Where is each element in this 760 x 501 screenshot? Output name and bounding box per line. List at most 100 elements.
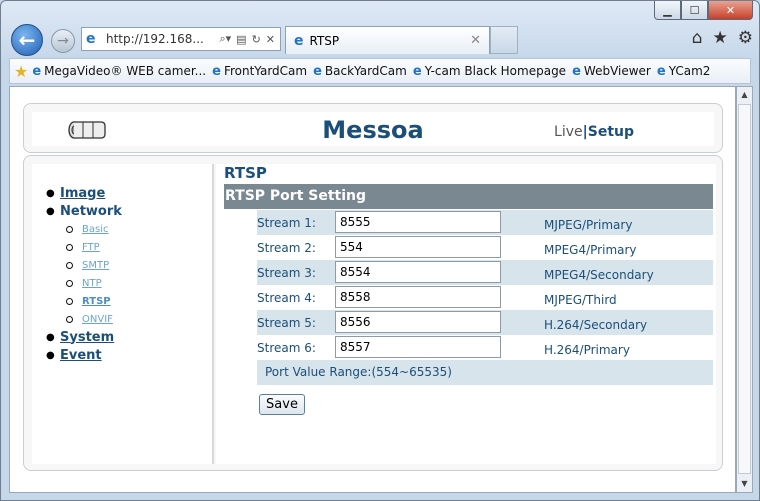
bullet: ● — [46, 349, 55, 361]
compat-icon[interactable]: ▤ — [236, 33, 246, 46]
sidebar-subitem-smtp[interactable]: SMTP — [40, 256, 122, 274]
subitem-label: Basic — [82, 223, 109, 235]
minimize-button[interactable]: ▁ — [654, 1, 681, 20]
header-panel: Messoa Live|Setup — [23, 103, 723, 153]
stream-format: H.264/Primary — [544, 343, 630, 357]
ie-page-icon: e — [86, 31, 96, 47]
sidebar-subitem-ftp[interactable]: FTP — [40, 238, 122, 256]
ie-tab-icon: e — [294, 32, 304, 49]
favorite-item[interactable]: e YCam2 — [657, 64, 711, 79]
address-bar[interactable]: e http://192.168... ⌕▾ ▤ ↻ ✕ — [81, 27, 281, 51]
favorite-label: Y-cam Black Homepage — [424, 64, 567, 78]
setup-link[interactable]: Setup — [588, 124, 634, 140]
port-range-note: Port Value Range:(554~65535) — [257, 360, 713, 385]
browser-window: ▁ ☐ ✕ ← → e http://192.168... ⌕▾ ▤ ↻ ✕ e… — [0, 0, 760, 501]
search-icon[interactable]: ⌕▾ — [219, 32, 231, 46]
sidebar-subitem-basic[interactable]: Basic — [40, 220, 122, 238]
subitem-label: FTP — [82, 241, 100, 253]
favorites-star-icon[interactable]: ★ — [713, 28, 728, 48]
sidebar-menu: ● Image ● Network Basic FTP SMTP NTP RTSP … — [40, 184, 122, 364]
stream-port-input[interactable]: 554 — [335, 236, 501, 258]
stream-port-input[interactable]: 8558 — [335, 286, 501, 308]
new-tab-button[interactable] — [490, 26, 518, 54]
stream-port-input[interactable]: 8555 — [335, 211, 501, 233]
refresh-icon[interactable]: ↻ — [252, 33, 261, 46]
tab-title: RTSP — [309, 33, 340, 48]
vertical-scrollbar[interactable]: ▲ ▼ — [736, 86, 753, 493]
subitem-label: NTP — [82, 277, 102, 289]
stream-rows: Stream 1: 8555 MJPEG/Primary Stream 2: 5… — [257, 210, 713, 360]
maximize-button[interactable]: ☐ — [681, 1, 708, 20]
sidebar-item-label: Network — [60, 203, 122, 219]
scroll-down-icon[interactable]: ▼ — [737, 476, 752, 492]
favorite-item[interactable]: e MegaVideo® WEB camer... — [32, 64, 206, 79]
address-url[interactable]: http://192.168... — [106, 32, 219, 46]
stream-format: MPEG4/Primary — [544, 243, 637, 257]
ring-bullet — [66, 243, 73, 251]
stream-row: Stream 4: 8558 MJPEG/Third — [257, 285, 713, 310]
favorites-bar: ★ e MegaVideo® WEB camer... e FrontYardCam… — [9, 58, 751, 84]
bullet: ● — [46, 205, 55, 217]
navigation-bar: ← → e http://192.168... ⌕▾ ▤ ↻ ✕ e RTSP … — [9, 24, 753, 56]
ring-bullet — [66, 225, 73, 233]
page-icon: e — [32, 63, 42, 79]
ring-bullet — [66, 297, 73, 305]
save-button[interactable]: Save — [259, 394, 305, 415]
forward-button[interactable]: → — [51, 29, 75, 53]
stream-row: Stream 6: 8557 H.264/Primary — [257, 335, 713, 360]
bullet: ● — [46, 331, 55, 343]
scroll-up-icon[interactable]: ▲ — [737, 87, 752, 103]
stop-icon[interactable]: ✕ — [266, 33, 275, 46]
back-button[interactable]: ← — [11, 24, 43, 56]
sidebar-subitem-ntp[interactable]: NTP — [40, 274, 122, 292]
stream-format: MJPEG/Primary — [544, 218, 633, 232]
stream-port-input[interactable]: 8554 — [335, 261, 501, 283]
favorite-item[interactable]: e WebViewer — [572, 64, 651, 79]
section-header: RTSP Port Setting — [224, 184, 713, 209]
page-icon: e — [572, 63, 581, 79]
page-icon: e — [313, 63, 322, 79]
add-favorite-icon[interactable]: ★ — [14, 62, 28, 81]
favorite-label: MegaVideo® WEB camer... — [44, 64, 207, 78]
stream-port-input[interactable]: 8557 — [335, 336, 501, 358]
favorite-item[interactable]: e BackYardCam — [313, 64, 407, 79]
sidebar-item-label: Image — [60, 185, 106, 201]
favorite-item[interactable]: e Y-cam Black Homepage — [413, 64, 566, 79]
browser-tools: ⌂ ★ ⚙ — [692, 28, 753, 48]
sidebar-item-system[interactable]: ● System — [40, 328, 122, 346]
stream-label: Stream 5: — [257, 316, 316, 330]
subitem-label: RTSP — [82, 295, 111, 307]
scroll-thumb[interactable] — [738, 104, 751, 474]
ring-bullet — [66, 315, 73, 323]
gear-icon[interactable]: ⚙ — [738, 28, 753, 48]
stream-port-input[interactable]: 8556 — [335, 311, 501, 333]
stream-label: Stream 3: — [257, 266, 316, 280]
sidebar-subitem-onvif[interactable]: ONVIF — [40, 310, 122, 328]
home-icon[interactable]: ⌂ — [692, 28, 703, 48]
page-viewport: Messoa Live|Setup ● Image ● Network Basic … — [9, 86, 736, 493]
sidebar-item-event[interactable]: ● Event — [40, 346, 122, 364]
ring-bullet — [66, 261, 73, 269]
live-link[interactable]: Live — [554, 124, 583, 140]
sidebar-item-label: Event — [60, 347, 102, 363]
tab-rtsp[interactable]: e RTSP ✕ — [285, 26, 490, 54]
stream-format: MJPEG/Third — [544, 293, 617, 307]
page-title: RTSP — [224, 164, 267, 182]
subitem-label: ONVIF — [82, 313, 113, 325]
sidebar-subitem-rtsp[interactable]: RTSP — [40, 292, 122, 310]
ring-bullet — [66, 279, 73, 287]
stream-label: Stream 1: — [257, 216, 316, 230]
favorite-label: WebViewer — [583, 64, 651, 78]
favorite-label: FrontYardCam — [223, 64, 308, 78]
sidebar-item-image[interactable]: ● Image — [40, 184, 122, 202]
close-tab-icon[interactable]: ✕ — [470, 33, 481, 48]
caption-buttons: ▁ ☐ ✕ — [654, 1, 753, 20]
stream-label: Stream 4: — [257, 291, 316, 305]
stream-row: Stream 1: 8555 MJPEG/Primary — [257, 210, 713, 235]
close-window-button[interactable]: ✕ — [708, 1, 753, 20]
sidebar-item-network[interactable]: ● Network — [40, 202, 122, 220]
main-panel: ● Image ● Network Basic FTP SMTP NTP RTSP … — [23, 155, 723, 471]
favorite-item[interactable]: e FrontYardCam — [212, 64, 307, 79]
page-icon: e — [212, 63, 221, 79]
sidebar-item-label: System — [60, 329, 115, 345]
